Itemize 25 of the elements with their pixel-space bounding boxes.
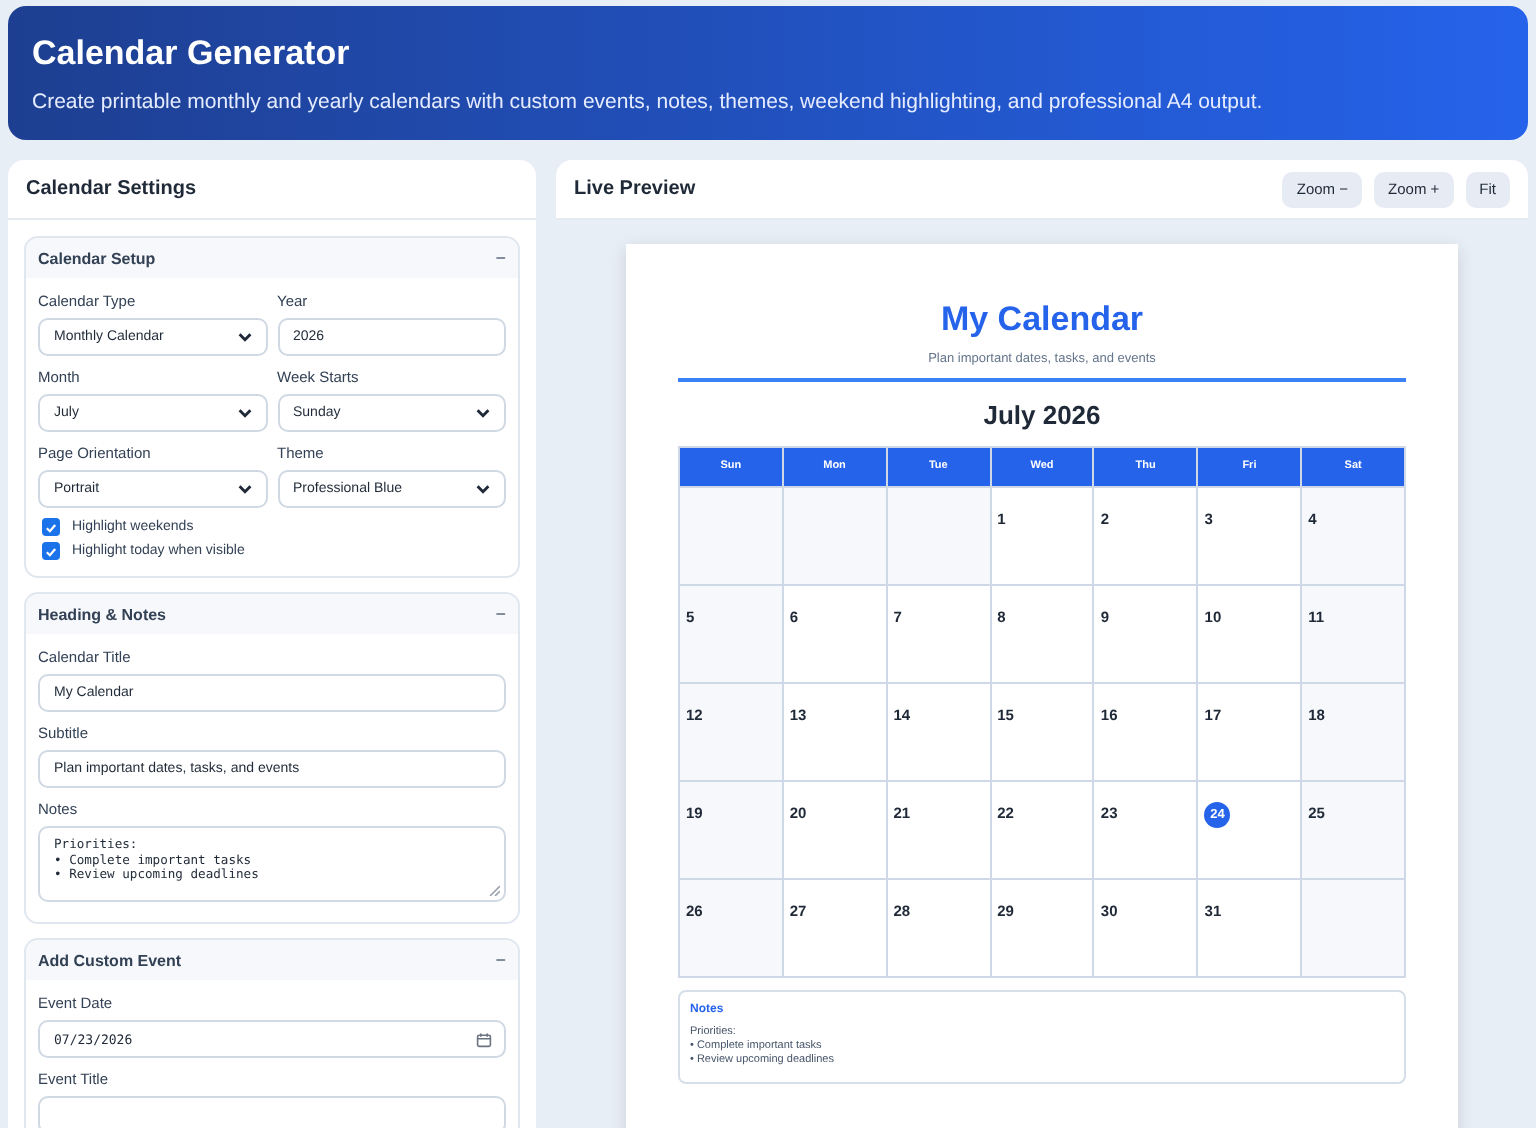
resize-grip-icon[interactable]	[488, 884, 500, 896]
checkbox[interactable]	[42, 542, 60, 560]
checkbox[interactable]	[42, 518, 60, 536]
month-heading: July 2026	[981, 400, 1103, 430]
app-title: Calendar Generator	[32, 34, 352, 74]
chevron-icon	[235, 480, 253, 498]
section-header[interactable]: Add Custom Event −	[26, 940, 518, 980]
chevron-icon	[235, 404, 253, 422]
section-title: Add Custom Event	[38, 951, 182, 969]
section-header[interactable]: Calendar Setup −	[26, 238, 518, 278]
calendar-title: My Calendar	[938, 300, 1146, 340]
panel-title: Live Preview	[574, 178, 696, 200]
section-header[interactable]: Heading & Notes −	[26, 594, 518, 634]
collapse-toggle[interactable]: −	[495, 950, 506, 970]
chevron-icon	[474, 480, 492, 498]
chevron-icon	[474, 404, 492, 422]
panel-title: Calendar Settings	[26, 178, 197, 200]
section-title: Heading & Notes	[38, 605, 167, 623]
chevron-icon	[235, 328, 253, 346]
input-field[interactable]	[38, 1096, 506, 1128]
collapse-toggle[interactable]: −	[495, 604, 506, 624]
app-subtitle: Create printable monthly and yearly calendars with custom events, notes, themes, weekend highlighting, and professional A4 output.	[32, 90, 1265, 114]
calendar-icon[interactable]	[476, 1031, 492, 1047]
section-title: Calendar Setup	[38, 249, 156, 267]
collapse-toggle[interactable]: −	[495, 248, 506, 268]
